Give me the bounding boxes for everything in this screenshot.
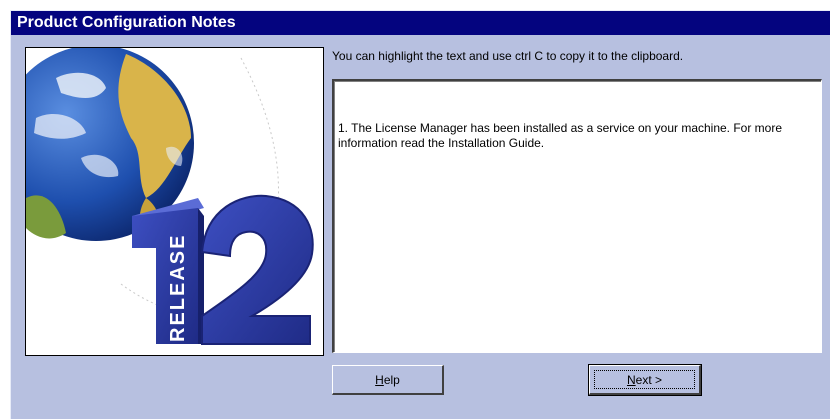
notes-textbox[interactable]: 1. The License Manager has been installe… (332, 79, 822, 353)
release-vertical-text: RELEASE (167, 234, 189, 342)
next-button[interactable]: Next > (588, 364, 702, 396)
title-bar[interactable]: Product Configuration Notes (11, 11, 830, 35)
release-12-logo: RELEASE (26, 48, 314, 345)
window-title: Product Configuration Notes (17, 14, 236, 31)
help-button[interactable]: Help (332, 365, 444, 395)
release-logo-panel: RELEASE (25, 47, 324, 356)
dialog-window: Product Configuration Notes RELEASE You … (10, 10, 830, 419)
help-button-label: Help (375, 372, 400, 387)
notes-text[interactable]: 1. The License Manager has been installe… (338, 121, 815, 151)
next-button-focus-rect: Next > (594, 370, 695, 389)
copy-instruction-text: You can highlight the text and use ctrl … (332, 49, 684, 63)
next-button-label: Next > (626, 372, 663, 387)
release-numeral-two (200, 194, 314, 345)
